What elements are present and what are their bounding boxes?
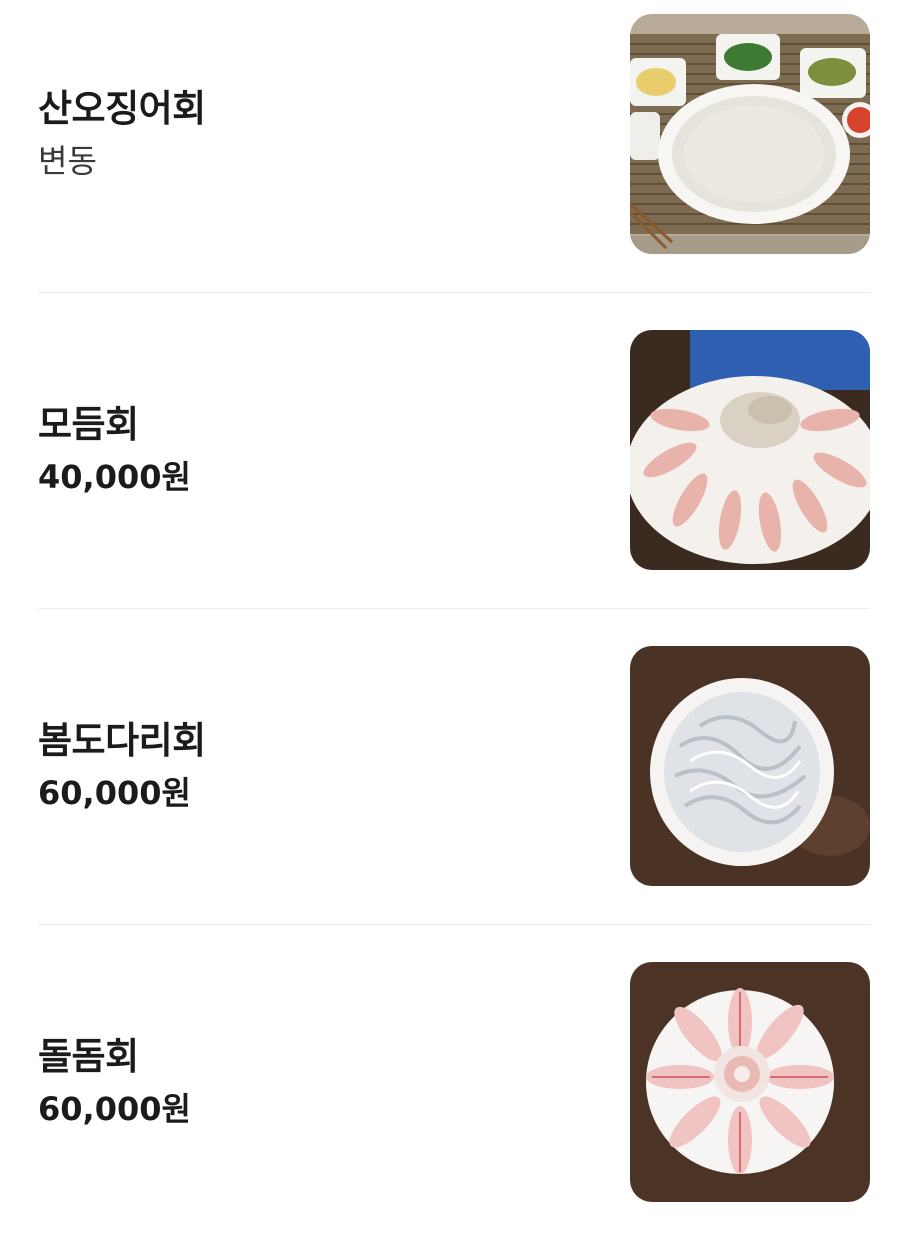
rock-bream-sashimi-image (630, 962, 870, 1202)
menu-item-price: 40,000원 (38, 458, 191, 496)
assorted-sashimi-image (630, 330, 870, 570)
menu-item-name: 돌돔회 (38, 1035, 139, 1078)
menu-item-text: 모듬회 40,000원 (38, 401, 191, 499)
menu-item-photo[interactable] (630, 14, 870, 254)
menu-item-text: 산오징어회 변동 (38, 85, 206, 183)
menu-item-name: 산오징어회 (38, 87, 206, 130)
menu-item-name: 봄도다리회 (38, 719, 206, 762)
menu-item-flounder[interactable]: 봄도다리회 60,000원 (38, 646, 870, 886)
squid-sashimi-image (630, 14, 870, 254)
menu-item-text: 돌돔회 60,000원 (38, 1033, 191, 1131)
divider (38, 292, 870, 293)
menu-list: 산오징어회 변동 모듬회 40,000원 봄도다리회 60,000원 돌돔회 6… (0, 0, 900, 1235)
menu-item-price: 변동 (38, 142, 97, 180)
menu-item-photo[interactable] (630, 646, 870, 886)
menu-item-squid[interactable]: 산오징어회 변동 (38, 14, 870, 254)
divider (38, 924, 870, 925)
menu-item-price: 60,000원 (38, 774, 191, 812)
menu-item-text: 봄도다리회 60,000원 (38, 717, 206, 815)
menu-item-photo[interactable] (630, 962, 870, 1202)
menu-item-price: 60,000원 (38, 1090, 191, 1128)
menu-item-rock-bream[interactable]: 돌돔회 60,000원 (38, 962, 870, 1202)
spring-flounder-sashimi-image (630, 646, 870, 886)
menu-item-assorted[interactable]: 모듬회 40,000원 (38, 330, 870, 570)
menu-item-photo[interactable] (630, 330, 870, 570)
divider (38, 608, 870, 609)
menu-item-name: 모듬회 (38, 403, 139, 446)
